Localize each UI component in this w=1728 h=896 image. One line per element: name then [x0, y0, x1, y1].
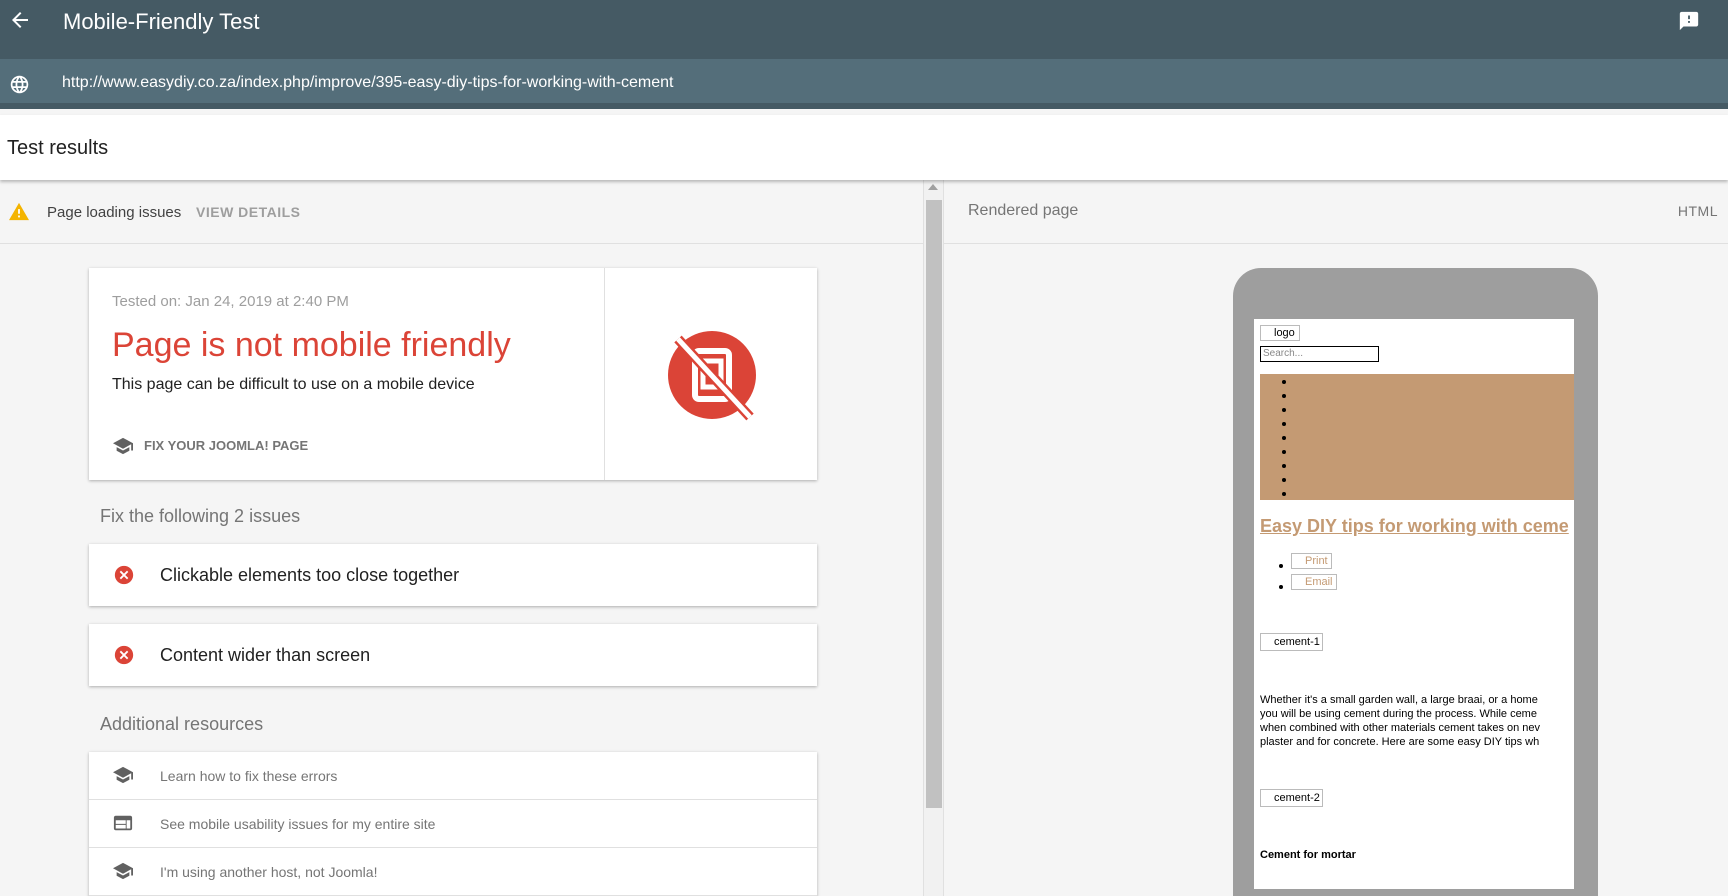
resources-heading: Additional resources	[100, 714, 264, 734]
resource-label: I'm using another host, not Joomla!	[160, 864, 378, 880]
verdict-headline: Page is not mobile friendly	[112, 326, 511, 364]
arrow-back-icon[interactable]	[8, 8, 32, 32]
site-logo: logo	[1260, 325, 1300, 341]
verdict-subtext: This page can be difficult to use on a m…	[112, 376, 475, 393]
article-paragraph: Whether it's a small garden wall, a larg…	[1260, 694, 1541, 748]
warning-icon	[9, 202, 29, 221]
app-bar: Mobile-Friendly Test	[0, 0, 1728, 59]
web-icon	[113, 815, 133, 831]
resource-item[interactable]: Learn how to fix these errors	[89, 752, 817, 800]
nav-bullet	[1282, 464, 1286, 468]
list-bullet	[1279, 564, 1283, 568]
app-title: Mobile-Friendly Test	[63, 9, 260, 34]
nav-bullet	[1282, 478, 1286, 482]
email-link: Email	[1291, 574, 1337, 590]
loading-issues-bar: Page loading issues VIEW DETAILS	[0, 180, 923, 244]
school-icon	[113, 437, 133, 455]
issue-card[interactable]: Content wider than screen	[89, 624, 817, 686]
card-divider	[604, 268, 605, 480]
issues-heading: Fix the following 2 issues	[100, 506, 301, 526]
article-subheading: Cement for mortar	[1260, 849, 1356, 861]
verdict-card: Tested on: Jan 24, 2019 at 2:40 PM Page …	[89, 268, 817, 480]
school-icon	[113, 766, 133, 784]
image-placeholder: cement-1	[1260, 633, 1323, 651]
print-link: Print	[1291, 553, 1332, 569]
resource-label: Learn how to fix these errors	[160, 768, 338, 784]
issue-label: Content wider than screen	[160, 645, 371, 665]
issue-label: Clickable elements too close together	[160, 565, 460, 585]
tested-url[interactable]: http://www.easydiy.co.za/index.php/impro…	[62, 74, 674, 92]
scroll-up-arrow-icon[interactable]	[928, 184, 938, 190]
not-mobile-friendly-icon	[668, 331, 756, 421]
view-details-button[interactable]: VIEW DETAILS	[196, 204, 301, 220]
results-pane: Page loading issues VIEW DETAILS Tested …	[0, 180, 923, 896]
phone-frame: logo Search... Easy DIY tips for working…	[1233, 268, 1598, 896]
nav-bullet	[1282, 380, 1286, 384]
fix-joomla-label: FIX YOUR JOOMLA! PAGE	[144, 438, 309, 453]
loading-issues-label: Page loading issues	[47, 204, 182, 221]
nav-bullet	[1282, 422, 1286, 426]
resource-item[interactable]: See mobile usability issues for my entir…	[89, 800, 817, 848]
nav-bullet	[1282, 394, 1286, 398]
site-nav	[1260, 374, 1574, 500]
scrollbar[interactable]	[923, 180, 943, 896]
html-tab[interactable]: HTML	[1678, 203, 1718, 219]
scrollbar-thumb[interactable]	[926, 200, 942, 808]
site-search: Search...	[1260, 346, 1379, 362]
results-title: Test results	[7, 137, 109, 159]
error-icon	[114, 645, 134, 665]
rendered-screenshot: logo Search... Easy DIY tips for working…	[1254, 319, 1574, 889]
list-bullet	[1279, 585, 1283, 589]
tested-on: Tested on: Jan 24, 2019 at 2:40 PM	[112, 293, 349, 310]
rendered-pane: Rendered page HTML logo Search... Easy D…	[943, 180, 1728, 896]
url-bar: http://www.easydiy.co.za/index.php/impro…	[0, 59, 1728, 109]
rendered-header: Rendered page HTML	[944, 180, 1728, 244]
article-title: Easy DIY tips for working with ceme	[1260, 516, 1569, 536]
resource-label: See mobile usability issues for my entir…	[160, 816, 436, 832]
nav-bullet	[1282, 436, 1286, 440]
rendered-page-tab[interactable]: Rendered page	[968, 202, 1078, 220]
feedback-icon[interactable]	[1678, 10, 1700, 32]
resources-card: Learn how to fix these errors See mobile…	[89, 752, 817, 896]
nav-bullet	[1282, 450, 1286, 454]
error-icon	[114, 565, 134, 585]
results-header: Test results	[0, 115, 1728, 180]
image-placeholder: cement-2	[1260, 789, 1323, 807]
resource-item[interactable]: I'm using another host, not Joomla!	[89, 848, 817, 896]
nav-bullet	[1282, 492, 1286, 496]
nav-bullet	[1282, 408, 1286, 412]
school-icon	[113, 862, 133, 880]
issue-card[interactable]: Clickable elements too close together	[89, 544, 817, 606]
globe-icon	[10, 75, 29, 94]
